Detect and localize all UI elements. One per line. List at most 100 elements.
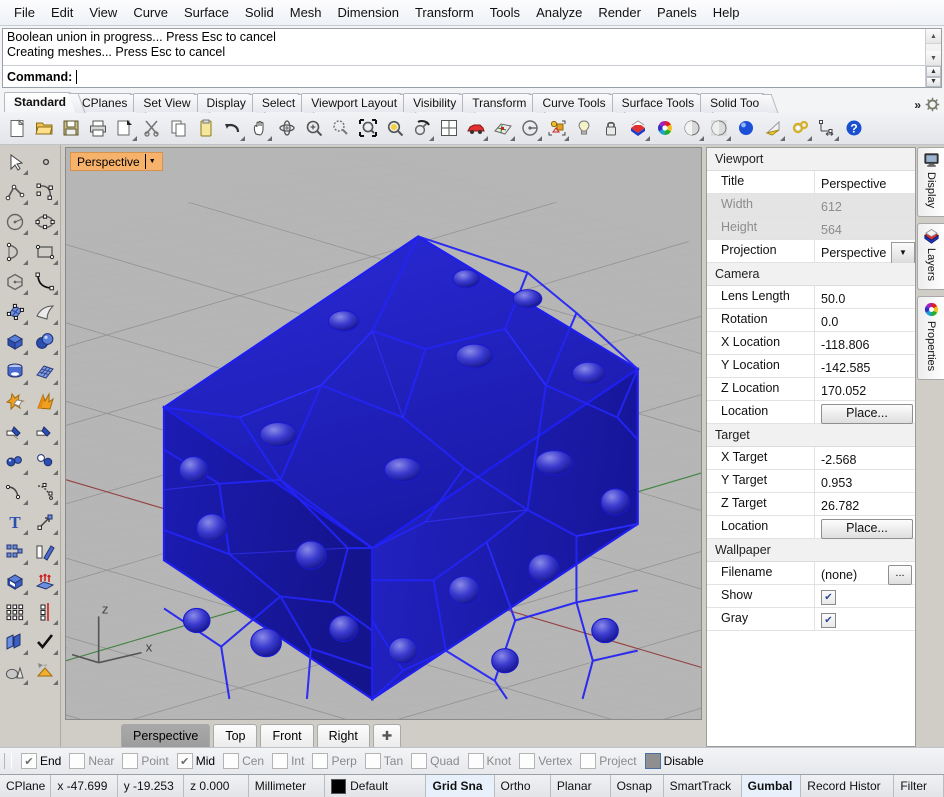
- circle-icon[interactable]: [0, 207, 30, 237]
- rotate-copy-icon[interactable]: [30, 537, 60, 567]
- flyout-corner-icon[interactable]: [429, 136, 434, 141]
- viewport-tab-front[interactable]: Front: [260, 724, 314, 747]
- flyout-corner-icon[interactable]: [53, 230, 58, 235]
- gear-icon[interactable]: [925, 97, 940, 112]
- spinner-up-icon[interactable]: ▲: [926, 66, 941, 77]
- scroll-up-icon[interactable]: ▲: [926, 29, 941, 44]
- toolbar-tab-visibility[interactable]: Visibility: [403, 93, 476, 113]
- array-grid-icon[interactable]: [0, 597, 30, 627]
- menu-item-help[interactable]: Help: [705, 2, 748, 23]
- check-validate-icon[interactable]: [30, 627, 60, 657]
- property-value-text[interactable]: Perspective: [821, 177, 886, 191]
- osnap-near[interactable]: Near: [66, 753, 117, 769]
- mesh-plane-icon[interactable]: [30, 357, 60, 387]
- open-folder-icon[interactable]: [31, 114, 57, 142]
- grid-snap-icon[interactable]: [490, 114, 516, 142]
- flyout-corner-icon[interactable]: [23, 410, 28, 415]
- property-value-text[interactable]: 26.782: [821, 499, 859, 513]
- surface-control-points-icon[interactable]: [0, 297, 30, 327]
- flyout-corner-icon[interactable]: [53, 260, 58, 265]
- flyout-corner-icon[interactable]: [23, 620, 28, 625]
- osnap-perp[interactable]: Perp: [309, 753, 359, 769]
- flyout-corner-icon[interactable]: [53, 590, 58, 595]
- dimension-icon[interactable]: [814, 114, 840, 142]
- osnap-checkbox[interactable]: [312, 753, 329, 769]
- flyout-corner-icon[interactable]: [726, 136, 731, 141]
- menu-item-tools[interactable]: Tools: [482, 2, 528, 23]
- osnap-checkbox[interactable]: ✔: [21, 753, 37, 769]
- options-gears-icon[interactable]: [787, 114, 813, 142]
- flyout-corner-icon[interactable]: [780, 136, 785, 141]
- status-toggle-filter[interactable]: Filter: [894, 775, 944, 797]
- save-icon[interactable]: [58, 114, 84, 142]
- flyout-corner-icon[interactable]: [53, 410, 58, 415]
- osnap-checkbox[interactable]: [411, 753, 428, 769]
- car-render-icon[interactable]: [463, 114, 489, 142]
- flyout-corner-icon[interactable]: [537, 136, 542, 141]
- arc-icon[interactable]: [0, 237, 30, 267]
- split-icon[interactable]: [30, 417, 60, 447]
- zoom-extents-icon[interactable]: [355, 114, 381, 142]
- toolbar-tab-surface-tools[interactable]: Surface Tools: [611, 93, 714, 113]
- box-solid-icon[interactable]: [0, 327, 30, 357]
- osnap-checkbox[interactable]: [272, 753, 289, 769]
- zoom-in-icon[interactable]: [301, 114, 327, 142]
- property-value-text[interactable]: 50.0: [821, 292, 845, 306]
- flyout-corner-icon[interactable]: [53, 290, 58, 295]
- zoom-selected-icon[interactable]: [382, 114, 408, 142]
- flyout-corner-icon[interactable]: [267, 136, 272, 141]
- osnap-vertex[interactable]: Vertex: [516, 753, 575, 769]
- lock-icon[interactable]: [598, 114, 624, 142]
- shade-sphere-icon[interactable]: [679, 114, 705, 142]
- cut-properties-icon[interactable]: [112, 114, 138, 142]
- viewport-3d-scene[interactable]: x y z: [66, 148, 701, 719]
- mirror-icon[interactable]: [30, 597, 60, 627]
- light-bulb-icon[interactable]: [571, 114, 597, 142]
- viewport-tab-perspective[interactable]: Perspective: [121, 724, 211, 747]
- browse-file-button[interactable]: ...: [888, 564, 912, 585]
- flyout-corner-icon[interactable]: [23, 170, 28, 175]
- osnap-disable-box[interactable]: [644, 753, 661, 769]
- render-preview-icon[interactable]: [30, 657, 60, 687]
- flyout-corner-icon[interactable]: [53, 650, 58, 655]
- toolbar-overflow-chevron-icon[interactable]: »: [912, 98, 923, 112]
- flyout-corner-icon[interactable]: [53, 350, 58, 355]
- flyout-corner-icon[interactable]: [23, 470, 28, 475]
- property-value-text[interactable]: -142.585: [821, 361, 870, 375]
- flyout-corner-icon[interactable]: [240, 136, 245, 141]
- osnap-checkbox[interactable]: [122, 753, 139, 769]
- object-properties-icon[interactable]: [544, 114, 570, 142]
- flyout-corner-icon[interactable]: [53, 530, 58, 535]
- flyout-corner-icon[interactable]: [53, 560, 58, 565]
- color-wheel-icon[interactable]: [652, 114, 678, 142]
- status-toggle-smarttrack[interactable]: SmartTrack: [664, 775, 742, 797]
- osnap-mid[interactable]: ✔ Mid: [174, 753, 218, 769]
- osnap-disable[interactable]: Disable: [642, 753, 707, 769]
- status-layer[interactable]: Default: [325, 775, 427, 797]
- flyout-corner-icon[interactable]: [23, 560, 28, 565]
- property-checkbox[interactable]: ✔: [821, 613, 836, 628]
- menu-item-view[interactable]: View: [81, 2, 125, 23]
- osnap-knot[interactable]: Knot: [465, 753, 515, 769]
- flyout-corner-icon[interactable]: [53, 380, 58, 385]
- four-view-icon[interactable]: [436, 114, 462, 142]
- zoom-previous-icon[interactable]: [409, 114, 435, 142]
- property-value-text[interactable]: 170.052: [821, 384, 866, 398]
- layer-color-swatch[interactable]: [331, 778, 347, 794]
- flyout-corner-icon[interactable]: [834, 136, 839, 141]
- surface-sweep-icon[interactable]: [30, 297, 60, 327]
- osnap-checkbox[interactable]: ✔: [176, 753, 193, 769]
- new-file-icon[interactable]: [4, 114, 30, 142]
- toolbar-tab-select[interactable]: Select: [251, 93, 315, 113]
- fillet-icon[interactable]: [0, 447, 30, 477]
- status-units[interactable]: Millimeter: [249, 775, 326, 797]
- flyout-corner-icon[interactable]: [699, 136, 704, 141]
- flyout-corner-icon[interactable]: [23, 530, 28, 535]
- boolean-difference-icon[interactable]: [30, 387, 60, 417]
- osnap-point[interactable]: Point: [119, 753, 171, 769]
- cylinder-solid-icon[interactable]: [0, 357, 30, 387]
- rectangle-icon[interactable]: [30, 237, 60, 267]
- menu-item-render[interactable]: Render: [590, 2, 649, 23]
- chamfer-icon[interactable]: [30, 447, 60, 477]
- ellipse-icon[interactable]: [30, 207, 60, 237]
